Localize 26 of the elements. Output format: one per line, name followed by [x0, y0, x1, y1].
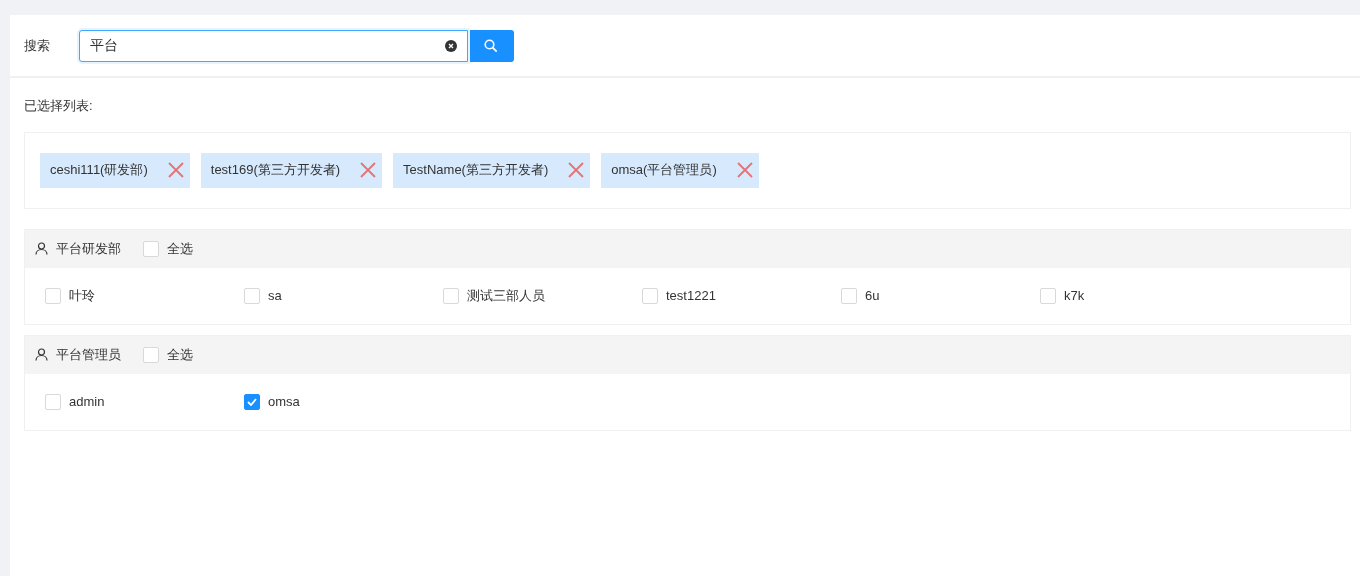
search-field[interactable]: 平台 — [79, 29, 468, 62]
search-icon — [484, 38, 498, 53]
check-icon — [247, 397, 257, 406]
search-label: 搜索 — [24, 36, 51, 55]
tag-label: TestName(第三方开发者) — [403, 161, 550, 180]
checkbox-label: 全选 — [167, 239, 193, 258]
member-name: k7k — [1064, 286, 1085, 305]
member-name: omsa — [268, 392, 300, 411]
tag-label: test169(第三方开发者) — [210, 161, 342, 180]
search-button[interactable] — [468, 29, 514, 62]
member-name: 6u — [865, 286, 880, 305]
section-title: 已选择列表: — [23, 97, 94, 115]
clear-icon[interactable] — [445, 39, 457, 52]
member-name: 测试三部人员 — [467, 286, 545, 305]
checkbox[interactable] — [244, 393, 260, 410]
group-name: 平台研发部 — [56, 239, 121, 258]
member-name: sa — [268, 286, 282, 305]
group-name: 平台管理员 — [56, 345, 121, 364]
member-name: admin — [69, 392, 105, 411]
checkbox-label: 全选 — [167, 345, 193, 364]
member-name: 叶玲 — [69, 286, 95, 305]
user-icon — [35, 242, 48, 255]
tag-label: ceshi111(研发部) — [50, 161, 149, 180]
tag-label: omsa(平台管理员) — [611, 161, 718, 180]
member-name: test1221 — [666, 286, 716, 305]
user-icon — [35, 348, 48, 361]
